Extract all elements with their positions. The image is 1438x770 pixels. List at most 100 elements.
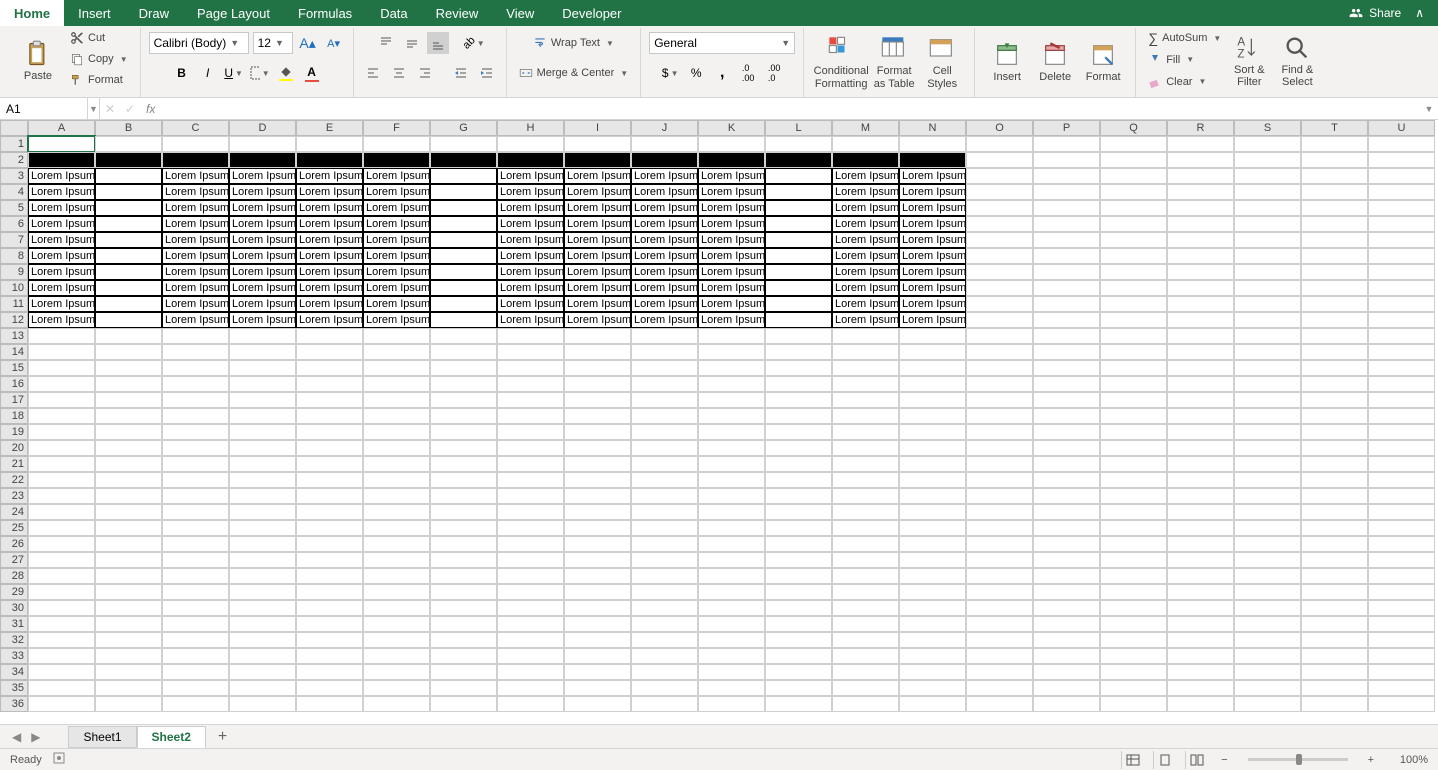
cell-G6[interactable] bbox=[430, 216, 497, 232]
cell-U13[interactable] bbox=[1368, 328, 1435, 344]
cell-O31[interactable] bbox=[966, 616, 1033, 632]
cell-N19[interactable] bbox=[899, 424, 966, 440]
cell-K17[interactable] bbox=[698, 392, 765, 408]
cell-N16[interactable] bbox=[899, 376, 966, 392]
normal-view-button[interactable] bbox=[1121, 751, 1143, 769]
cell-G16[interactable] bbox=[430, 376, 497, 392]
cell-S19[interactable] bbox=[1234, 424, 1301, 440]
cell-Q35[interactable] bbox=[1100, 680, 1167, 696]
cell-T8[interactable] bbox=[1301, 248, 1368, 264]
cell-H19[interactable] bbox=[497, 424, 564, 440]
cell-Q21[interactable] bbox=[1100, 456, 1167, 472]
cell-T16[interactable] bbox=[1301, 376, 1368, 392]
cell-S14[interactable] bbox=[1234, 344, 1301, 360]
page-break-view-button[interactable] bbox=[1185, 751, 1207, 769]
cell-N21[interactable] bbox=[899, 456, 966, 472]
cell-O34[interactable] bbox=[966, 664, 1033, 680]
cell-E10[interactable]: Lorem Ipsum bbox=[296, 280, 363, 296]
cell-F8[interactable]: Lorem Ipsum bbox=[363, 248, 430, 264]
cell-Q1[interactable] bbox=[1100, 136, 1167, 152]
cell-G5[interactable] bbox=[430, 200, 497, 216]
cell-F11[interactable]: Lorem Ipsum bbox=[363, 296, 430, 312]
cell-B34[interactable] bbox=[95, 664, 162, 680]
cell-J3[interactable]: Lorem Ipsum bbox=[631, 168, 698, 184]
cell-S5[interactable] bbox=[1234, 200, 1301, 216]
cell-G22[interactable] bbox=[430, 472, 497, 488]
cell-Q27[interactable] bbox=[1100, 552, 1167, 568]
cell-C33[interactable] bbox=[162, 648, 229, 664]
menu-tab-review[interactable]: Review bbox=[422, 0, 493, 26]
cell-N2[interactable] bbox=[899, 152, 966, 168]
cell-M1[interactable] bbox=[832, 136, 899, 152]
cell-T4[interactable] bbox=[1301, 184, 1368, 200]
cell-T22[interactable] bbox=[1301, 472, 1368, 488]
row-header-11[interactable]: 11 bbox=[0, 296, 28, 312]
cell-B33[interactable] bbox=[95, 648, 162, 664]
cell-J1[interactable] bbox=[631, 136, 698, 152]
menu-tab-data[interactable]: Data bbox=[366, 0, 421, 26]
cell-M26[interactable] bbox=[832, 536, 899, 552]
cell-F28[interactable] bbox=[363, 568, 430, 584]
cell-I3[interactable]: Lorem Ipsum bbox=[564, 168, 631, 184]
cell-Q34[interactable] bbox=[1100, 664, 1167, 680]
cell-T28[interactable] bbox=[1301, 568, 1368, 584]
cell-Q16[interactable] bbox=[1100, 376, 1167, 392]
paste-button[interactable]: Paste bbox=[14, 28, 62, 94]
cell-L3[interactable] bbox=[765, 168, 832, 184]
cell-E20[interactable] bbox=[296, 440, 363, 456]
cell-I6[interactable]: Lorem Ipsum bbox=[564, 216, 631, 232]
cell-I13[interactable] bbox=[564, 328, 631, 344]
cell-M15[interactable] bbox=[832, 360, 899, 376]
row-header-13[interactable]: 13 bbox=[0, 328, 28, 344]
cell-P34[interactable] bbox=[1033, 664, 1100, 680]
cell-A35[interactable] bbox=[28, 680, 95, 696]
cell-H30[interactable] bbox=[497, 600, 564, 616]
cell-Q15[interactable] bbox=[1100, 360, 1167, 376]
cell-B11[interactable] bbox=[95, 296, 162, 312]
cell-O21[interactable] bbox=[966, 456, 1033, 472]
cell-T19[interactable] bbox=[1301, 424, 1368, 440]
cell-U12[interactable] bbox=[1368, 312, 1435, 328]
cell-H25[interactable] bbox=[497, 520, 564, 536]
cell-D26[interactable] bbox=[229, 536, 296, 552]
cell-B12[interactable] bbox=[95, 312, 162, 328]
align-middle-button[interactable] bbox=[401, 32, 423, 54]
cell-D17[interactable] bbox=[229, 392, 296, 408]
cell-J14[interactable] bbox=[631, 344, 698, 360]
cell-S18[interactable] bbox=[1234, 408, 1301, 424]
cell-U33[interactable] bbox=[1368, 648, 1435, 664]
share-button[interactable]: Share ∧ bbox=[1335, 6, 1438, 20]
cell-K14[interactable] bbox=[698, 344, 765, 360]
cell-G20[interactable] bbox=[430, 440, 497, 456]
cell-R5[interactable] bbox=[1167, 200, 1234, 216]
cell-T33[interactable] bbox=[1301, 648, 1368, 664]
cell-S30[interactable] bbox=[1234, 600, 1301, 616]
row-header-2[interactable]: 2 bbox=[0, 152, 28, 168]
cell-P16[interactable] bbox=[1033, 376, 1100, 392]
cell-R21[interactable] bbox=[1167, 456, 1234, 472]
row-header-21[interactable]: 21 bbox=[0, 456, 28, 472]
cell-A4[interactable]: Lorem Ipsum bbox=[28, 184, 95, 200]
cell-A13[interactable] bbox=[28, 328, 95, 344]
cell-U1[interactable] bbox=[1368, 136, 1435, 152]
cell-O4[interactable] bbox=[966, 184, 1033, 200]
cell-Q25[interactable] bbox=[1100, 520, 1167, 536]
cell-P3[interactable] bbox=[1033, 168, 1100, 184]
cell-U8[interactable] bbox=[1368, 248, 1435, 264]
cell-E31[interactable] bbox=[296, 616, 363, 632]
cell-S2[interactable] bbox=[1234, 152, 1301, 168]
cell-G29[interactable] bbox=[430, 584, 497, 600]
cell-E13[interactable] bbox=[296, 328, 363, 344]
col-header-T[interactable]: T bbox=[1301, 120, 1368, 136]
cell-N31[interactable] bbox=[899, 616, 966, 632]
cell-Q31[interactable] bbox=[1100, 616, 1167, 632]
cell-L34[interactable] bbox=[765, 664, 832, 680]
sheet-tab-sheet2[interactable]: Sheet2 bbox=[137, 726, 206, 748]
cell-B24[interactable] bbox=[95, 504, 162, 520]
row-header-4[interactable]: 4 bbox=[0, 184, 28, 200]
row-header-8[interactable]: 8 bbox=[0, 248, 28, 264]
cell-B6[interactable] bbox=[95, 216, 162, 232]
cell-L16[interactable] bbox=[765, 376, 832, 392]
cell-M19[interactable] bbox=[832, 424, 899, 440]
cell-F3[interactable]: Lorem Ipsum bbox=[363, 168, 430, 184]
